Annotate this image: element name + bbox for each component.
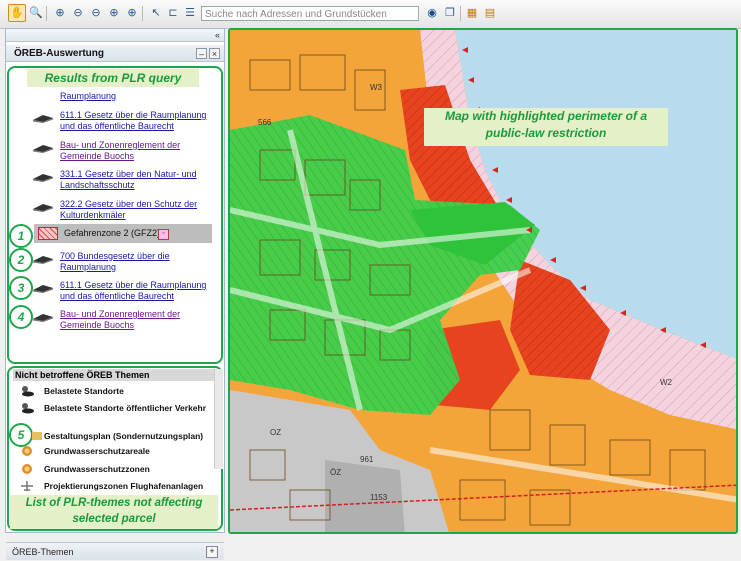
result-item[interactable]: 331.1 Gesetz über den Natur- und Landsch… bbox=[32, 169, 212, 191]
not-affected-header: Nicht betroffene ÖREB Themen bbox=[13, 369, 215, 381]
search-input[interactable]: Suche nach Adressen und Grundstücken bbox=[201, 6, 419, 21]
result-item[interactable]: Bau- und Zonenreglement der Gemeinde Buo… bbox=[32, 309, 212, 331]
result-item[interactable]: Bau- und Zonenreglement der Gemeinde Buo… bbox=[32, 140, 212, 162]
callout-1: 1 bbox=[9, 224, 33, 248]
result-link[interactable]: 322.2 Gesetz über den Schutz der Kulturd… bbox=[32, 199, 212, 221]
zoom-prev-icon[interactable]: ⊖ bbox=[88, 5, 104, 21]
callout-2: 2 bbox=[9, 248, 33, 272]
menu-icon[interactable]: ☰ bbox=[182, 5, 198, 21]
hand-icon[interactable]: ✋ bbox=[8, 4, 26, 22]
zoom-next-icon[interactable]: ⊕ bbox=[106, 5, 122, 21]
results-annotation: Results from PLR query bbox=[27, 69, 199, 87]
identify-icon[interactable]: ⊏ bbox=[165, 5, 181, 21]
result-link[interactable]: Bau- und Zonenreglement der Gemeinde Buo… bbox=[32, 140, 212, 162]
result-link[interactable]: Raumplanung bbox=[32, 91, 212, 102]
map-canvas[interactable]: 566 W3 OZ W2 ÖZ 961 1153 bbox=[230, 30, 738, 534]
law-book-icon bbox=[33, 145, 53, 153]
expand-button[interactable]: + bbox=[206, 546, 218, 558]
result-link[interactable]: 611.1 Gesetz über die Raumplanung und da… bbox=[32, 110, 212, 132]
theme-item[interactable]: Gestaltungsplan (Sondernutzungsplan) bbox=[44, 431, 214, 442]
parcel-label: W3 bbox=[370, 83, 383, 92]
contaminated-site-icon bbox=[22, 403, 34, 414]
hazard-zone-hatch-icon bbox=[38, 227, 58, 240]
parcel-label: 961 bbox=[360, 455, 374, 464]
result-item[interactable]: 322.2 Gesetz über den Schutz der Kulturd… bbox=[32, 199, 212, 221]
groundwater-icon bbox=[22, 464, 32, 474]
zoom-rect-icon[interactable]: 🔍 bbox=[28, 5, 44, 21]
law-book-icon bbox=[33, 256, 53, 264]
parcel-label: OZ bbox=[270, 428, 281, 437]
zoom-out-icon[interactable]: ⊖ bbox=[70, 5, 86, 21]
map-annotation: Map with highlighted perimeter of a publ… bbox=[424, 108, 668, 146]
close-button[interactable]: × bbox=[209, 48, 220, 59]
groundwater-icon bbox=[22, 446, 32, 456]
toolbar-separator bbox=[460, 6, 461, 21]
zoom-full-icon[interactable]: ⊕ bbox=[124, 5, 140, 21]
globe-icon[interactable]: ◉ bbox=[424, 5, 440, 21]
zoom-in-icon[interactable]: ⊕ bbox=[52, 5, 68, 21]
result-link[interactable]: 700 Bundesgesetz über die Raumplanung bbox=[32, 251, 212, 273]
callout-3: 3 bbox=[9, 276, 33, 300]
result-item[interactable]: 611.1 Gesetz über die Raumplanung und da… bbox=[32, 110, 212, 132]
toolbar: ✋ 🔍 ⊕ ⊖ ⊖ ⊕ ⊕ ↖ ⊏ ☰ Suche nach Adressen … bbox=[0, 0, 741, 29]
law-book-icon bbox=[33, 314, 53, 322]
contaminated-site-icon bbox=[22, 386, 34, 397]
theme-item[interactable]: Projektierungszonen Flughafenanlagen bbox=[44, 481, 214, 492]
parcel-label: W2 bbox=[660, 378, 673, 387]
oereb-themes-label: ÖREB-Themen bbox=[12, 547, 74, 557]
map-view[interactable]: 566 W3 OZ W2 ÖZ 961 1153 Map with highli… bbox=[228, 28, 738, 534]
panel-title: ÖREB-Auswertung bbox=[6, 45, 224, 62]
result-item[interactable]: Raumplanung bbox=[32, 91, 212, 102]
parcel-label: 1153 bbox=[370, 493, 388, 502]
collapse-panel-button[interactable]: « bbox=[6, 29, 224, 42]
layers-icon[interactable]: ❐ bbox=[442, 5, 458, 21]
theme-item[interactable]: Belastete Standorte bbox=[44, 386, 214, 397]
minimize-button[interactable]: – bbox=[196, 48, 207, 59]
theme-item[interactable]: Grundwasserschutzzonen bbox=[44, 464, 214, 475]
select-icon[interactable]: ↖ bbox=[148, 5, 164, 21]
result-link[interactable]: Bau- und Zonenreglement der Gemeinde Buo… bbox=[32, 309, 212, 331]
plan-icon bbox=[32, 432, 42, 440]
result-link[interactable]: 331.1 Gesetz über den Natur- und Landsch… bbox=[32, 169, 212, 191]
result-link[interactable]: 611.1 Gesetz über die Raumplanung und da… bbox=[32, 280, 212, 302]
airplane-icon bbox=[21, 481, 33, 491]
parcel-label: 566 bbox=[258, 118, 272, 127]
law-book-icon bbox=[33, 115, 53, 123]
scrollbar[interactable] bbox=[214, 369, 223, 469]
law-book-icon bbox=[33, 174, 53, 182]
law-book-icon bbox=[33, 285, 53, 293]
selected-restriction-label: Gefahrenzone 2 (GFZ2) bbox=[64, 228, 161, 238]
callout-4: 4 bbox=[9, 305, 33, 329]
parcel-label: ÖZ bbox=[330, 468, 341, 477]
print-icon[interactable]: ▤ bbox=[482, 5, 498, 21]
toolbar-separator bbox=[142, 6, 143, 21]
law-book-icon bbox=[33, 204, 53, 212]
info-icon[interactable]: ▫ bbox=[158, 229, 169, 240]
export-icon[interactable]: ▦ bbox=[464, 5, 480, 21]
oereb-panel: « ÖREB-Auswertung – × Results from PLR q… bbox=[5, 28, 225, 560]
theme-item[interactable]: Belastete Standorte öffentlicher Verkehr bbox=[44, 403, 214, 414]
themes-annotation: List of PLR-themes not affecting selecte… bbox=[10, 495, 218, 529]
result-item[interactable]: 700 Bundesgesetz über die Raumplanung bbox=[32, 251, 212, 273]
selected-restriction-item[interactable]: Gefahrenzone 2 (GFZ2) ▫ bbox=[34, 224, 212, 243]
theme-item[interactable]: Grundwasserschutzareale bbox=[44, 446, 214, 457]
toolbar-separator bbox=[46, 6, 47, 21]
oereb-themes-bar[interactable]: ÖREB-Themen + bbox=[6, 542, 224, 560]
result-item[interactable]: 611.1 Gesetz über die Raumplanung und da… bbox=[32, 280, 212, 302]
